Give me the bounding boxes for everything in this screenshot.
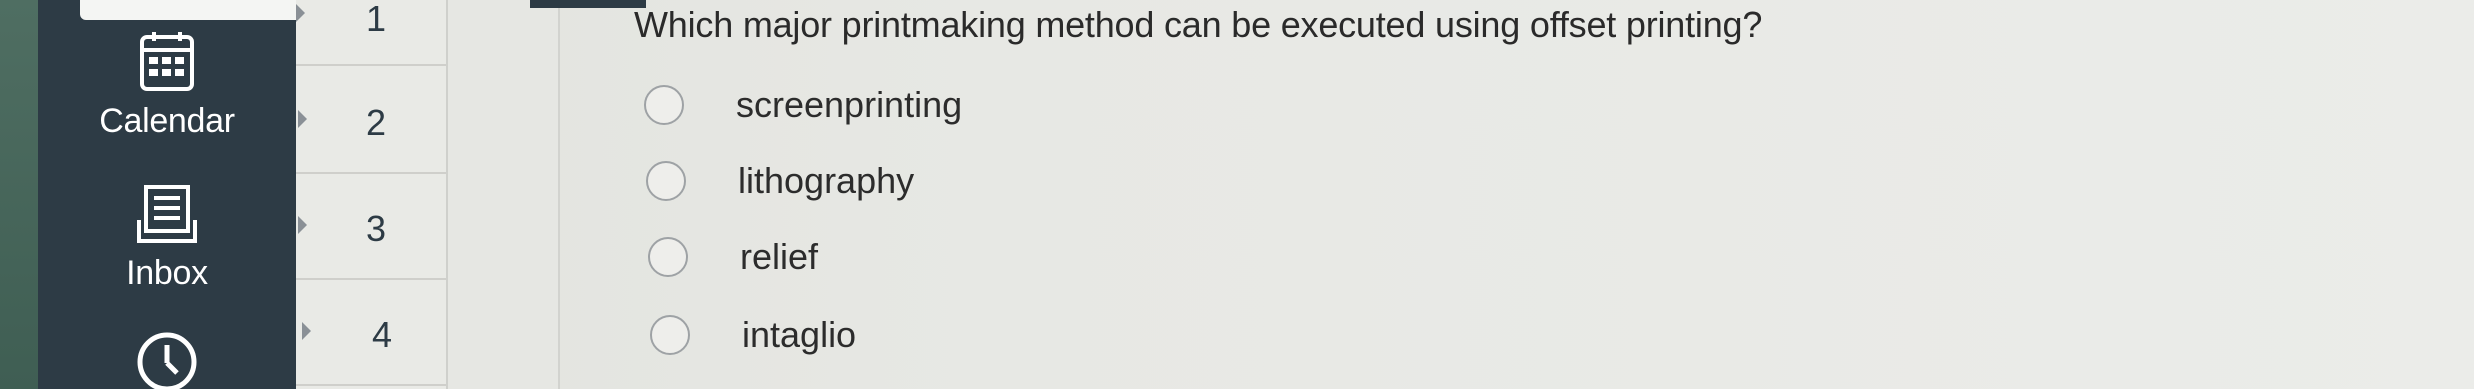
inbox-icon xyxy=(136,184,198,244)
clock-icon xyxy=(135,330,199,389)
answer-label: intaglio xyxy=(742,314,857,355)
calendar-icon xyxy=(139,30,195,92)
question-text: Which major printmaking method can be ex… xyxy=(634,4,1763,45)
radio-button[interactable] xyxy=(648,237,688,277)
caret-right-icon xyxy=(298,216,307,234)
question-number: 3 xyxy=(365,208,387,249)
answer-label: screenprinting xyxy=(736,84,963,125)
nav-history[interactable] xyxy=(38,330,296,389)
question-panel: Which major printmaking method can be ex… xyxy=(560,0,2474,389)
question-list-item[interactable]: 4 xyxy=(296,278,446,386)
window-edge xyxy=(0,0,38,389)
radio-button[interactable] xyxy=(646,161,686,201)
question-number: 2 xyxy=(365,102,387,143)
question-number: 1 xyxy=(365,0,387,39)
nav-inbox[interactable]: Inbox xyxy=(38,184,296,293)
question-number: 4 xyxy=(371,314,393,355)
answer-option[interactable]: intaglio xyxy=(650,314,856,356)
quiz-page: Calendar Inbox 1 2 3 4 Which major print… xyxy=(0,0,2474,389)
question-list-item[interactable]: 1 xyxy=(296,0,446,66)
nav-inbox-label: Inbox xyxy=(126,254,208,292)
answer-label: relief xyxy=(740,236,819,277)
question-list: 1 2 3 4 xyxy=(296,0,448,389)
question-list-item[interactable]: 3 xyxy=(296,172,446,280)
nav-calendar-label: Calendar xyxy=(99,102,235,140)
answer-option[interactable]: relief xyxy=(648,236,818,278)
active-nav-indicator xyxy=(80,0,330,20)
nav-calendar[interactable]: Calendar xyxy=(38,30,296,141)
answer-option[interactable]: screenprinting xyxy=(644,84,962,126)
caret-right-icon xyxy=(298,110,307,128)
question-list-item[interactable]: 2 xyxy=(296,66,446,174)
radio-button[interactable] xyxy=(650,315,690,355)
global-navigation: Calendar Inbox xyxy=(38,0,330,389)
radio-button[interactable] xyxy=(644,85,684,125)
caret-right-icon xyxy=(296,4,305,22)
divider-panel xyxy=(448,0,560,389)
answer-label: lithography xyxy=(738,160,915,201)
answer-option[interactable]: lithography xyxy=(646,160,914,202)
caret-right-icon xyxy=(302,322,311,340)
